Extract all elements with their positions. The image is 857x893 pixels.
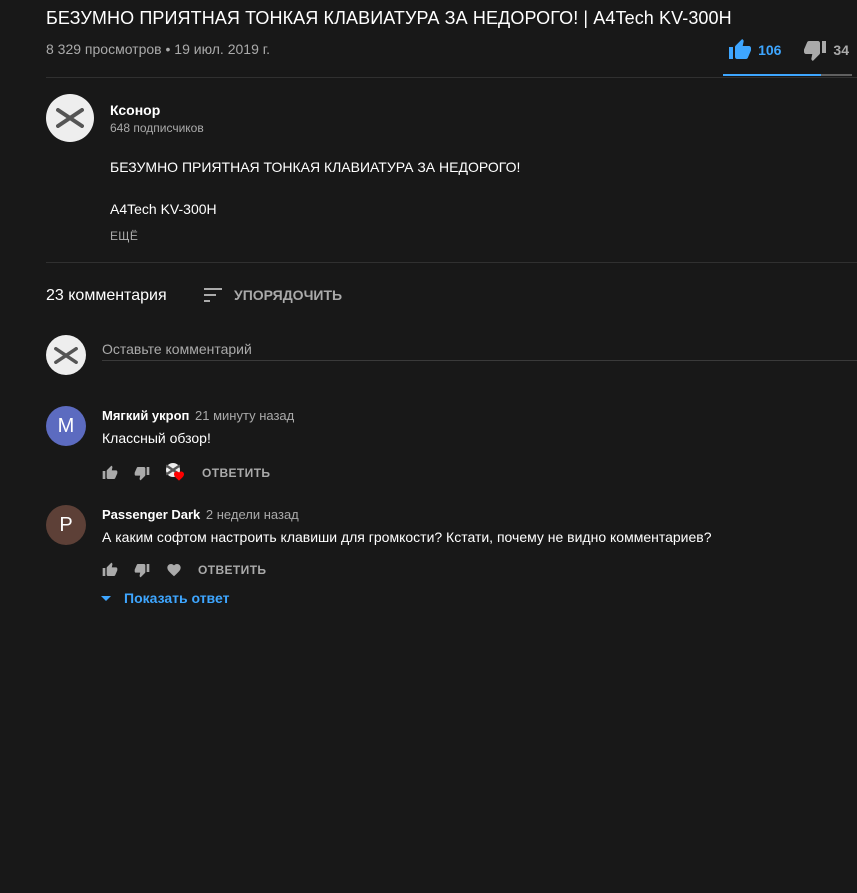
sort-button[interactable]: УПОРЯДОЧИТЬ <box>204 286 342 304</box>
like-count: 106 <box>758 42 782 58</box>
comment-thread: M Мягкий укроп 21 минуту назад Классный … <box>46 406 846 486</box>
thumb-up-icon <box>729 39 752 59</box>
like-button[interactable]: 106 <box>728 38 781 62</box>
show-replies-button[interactable]: Показать ответ <box>100 590 229 606</box>
creator-heart-badge[interactable] <box>166 463 186 483</box>
dislike-count: 34 <box>833 42 849 58</box>
reply-button[interactable]: ОТВЕТИТЬ <box>202 466 270 480</box>
comment-author[interactable]: Мягкий укроп <box>102 408 189 423</box>
video-meta: 8 329 просмотров • 19 июл. 2019 г. <box>46 41 271 57</box>
thumb-down-icon <box>134 564 150 578</box>
comment-input[interactable] <box>102 337 857 361</box>
comment-actions: ОТВЕТИТЬ <box>102 463 270 483</box>
sort-label: УПОРЯДОЧИТЬ <box>234 287 343 303</box>
heart-icon <box>174 471 184 481</box>
comment-count: 23 комментария <box>46 287 167 304</box>
video-watch-page: БЕЗУМНО ПРИЯТНАЯ ТОНКАЯ КЛАВИАТУРА ЗА НЕ… <box>0 0 857 893</box>
channel-name[interactable]: Ксонор <box>110 102 160 118</box>
comment-dislike-button[interactable] <box>134 465 150 481</box>
description-line: A4Tech KV-300H <box>110 201 217 217</box>
subscriber-count: 648 подписчиков <box>110 121 204 135</box>
user-avatar <box>46 335 86 375</box>
like-dislike-bar: 106 34 <box>728 38 849 62</box>
thumb-up-icon <box>102 465 118 479</box>
comment-actions: ОТВЕТИТЬ <box>102 562 266 578</box>
sort-icon <box>204 288 222 302</box>
avatar[interactable]: M <box>46 406 86 446</box>
sentiment-bar-fill <box>723 74 822 76</box>
dislike-button[interactable]: 34 <box>803 38 849 62</box>
thumb-up-icon <box>102 562 118 576</box>
comment-thread: P Passenger Dark 2 недели назад А каким … <box>46 505 846 585</box>
comment-author[interactable]: Passenger Dark <box>102 507 200 522</box>
show-more-button[interactable]: ЕЩЁ <box>110 229 138 243</box>
caret-down-icon <box>101 596 111 601</box>
heart-icon <box>167 564 181 577</box>
divider <box>46 77 857 78</box>
video-title: БЕЗУМНО ПРИЯТНАЯ ТОНКАЯ КЛАВИАТУРА ЗА НЕ… <box>46 8 732 28</box>
comment-time[interactable]: 21 минуту назад <box>195 408 294 423</box>
comment-dislike-button[interactable] <box>134 562 150 578</box>
comment-header: Мягкий укроп 21 минуту назад <box>102 408 294 423</box>
description-line: БЕЗУМНО ПРИЯТНАЯ ТОНКАЯ КЛАВИАТУРА ЗА НЕ… <box>110 159 521 175</box>
comment-text: Классный обзор! <box>102 430 211 446</box>
heart-button[interactable] <box>166 562 182 578</box>
comment-text: А каким софтом настроить клавиши для гро… <box>102 529 712 545</box>
comment-like-button[interactable] <box>102 465 118 481</box>
comment-time[interactable]: 2 недели назад <box>206 507 299 522</box>
thumb-down-icon <box>804 41 827 61</box>
x-logo-icon <box>56 108 84 128</box>
sentiment-bar <box>723 74 852 76</box>
channel-avatar[interactable] <box>46 94 94 142</box>
thumb-down-icon <box>134 467 150 481</box>
comment-header: Passenger Dark 2 недели назад <box>102 507 299 522</box>
x-logo-icon <box>54 346 78 364</box>
reply-button[interactable]: ОТВЕТИТЬ <box>198 563 266 577</box>
comment-like-button[interactable] <box>102 562 118 578</box>
show-replies-label: Показать ответ <box>124 590 230 606</box>
divider <box>46 262 857 263</box>
avatar[interactable]: P <box>46 505 86 545</box>
